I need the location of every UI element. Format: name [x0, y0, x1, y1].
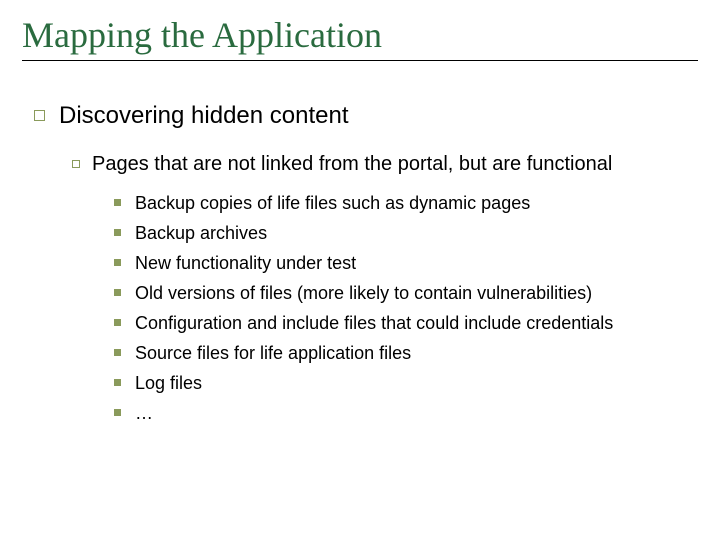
square-bullet-filled-icon [114, 319, 121, 326]
square-bullet-filled-icon [114, 379, 121, 386]
square-bullet-filled-icon [114, 289, 121, 296]
square-bullet-filled-icon [114, 259, 121, 266]
bullet-level1: Discovering hidden content [34, 101, 698, 131]
square-bullet-filled-icon [114, 229, 121, 236]
bullet-level3-text: New functionality under test [135, 251, 356, 275]
title-underline [22, 60, 698, 61]
bullet-level3: Configuration and include files that cou… [114, 311, 698, 335]
bullet-level3-text: Backup archives [135, 221, 267, 245]
square-bullet-filled-icon [114, 199, 121, 206]
bullet-level3: … [114, 401, 698, 425]
square-bullet-hollow-icon [34, 110, 45, 121]
bullet-level3: New functionality under test [114, 251, 698, 275]
bullet-level3: Backup archives [114, 221, 698, 245]
bullet-level3-text: … [135, 401, 153, 425]
bullet-level3-text: Configuration and include files that cou… [135, 311, 613, 335]
bullet-level3: Log files [114, 371, 698, 395]
bullet-level1-text: Discovering hidden content [59, 101, 349, 131]
square-bullet-hollow-small-icon [72, 160, 80, 168]
bullet-level2-text: Pages that are not linked from the porta… [92, 151, 612, 177]
bullet-level3-text: Backup copies of life files such as dyna… [135, 191, 530, 215]
bullet-level3-text: Source files for life application files [135, 341, 411, 365]
bullet-level3-text: Old versions of files (more likely to co… [135, 281, 592, 305]
square-bullet-filled-icon [114, 409, 121, 416]
bullet-level3: Source files for life application files [114, 341, 698, 365]
page-title: Mapping the Application [22, 14, 698, 56]
bullet-level3: Backup copies of life files such as dyna… [114, 191, 698, 215]
bullet-level3-text: Log files [135, 371, 202, 395]
bullet-level2: Pages that are not linked from the porta… [72, 151, 698, 177]
slide: Mapping the Application Discovering hidd… [0, 0, 720, 540]
bullet-level3: Old versions of files (more likely to co… [114, 281, 698, 305]
square-bullet-filled-icon [114, 349, 121, 356]
